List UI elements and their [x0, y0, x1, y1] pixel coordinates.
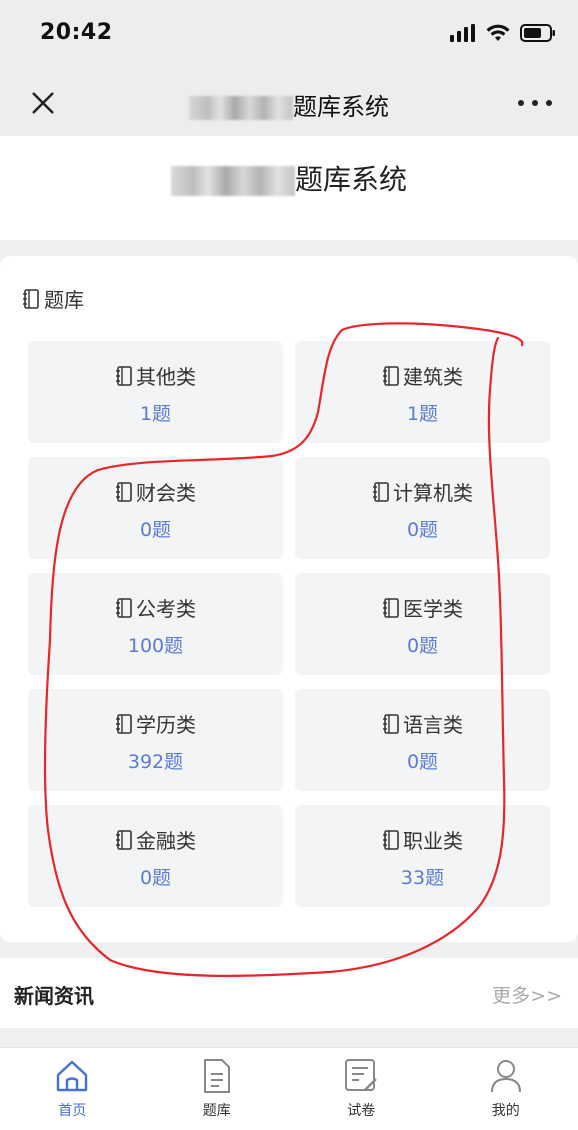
question-bank-card: 题库 其他类 1题 建筑类 1题 财会类 0题 计算机类 0题 公考类 100题…: [0, 256, 578, 942]
category-name: 公考类: [136, 597, 196, 621]
category-count: 33题: [400, 867, 445, 889]
category-name: 职业类: [403, 829, 463, 853]
notebook-icon: [383, 365, 399, 386]
tab-label: 首页: [58, 1103, 87, 1119]
category-count: 0题: [406, 519, 439, 541]
category-tile-civil-exam[interactable]: 公考类 100题: [28, 573, 283, 675]
page-title-text: 题库系统: [294, 163, 407, 196]
nav-title-text: 题库系统: [293, 93, 389, 121]
nav-bar: 题库系统: [0, 70, 578, 136]
category-count: 0题: [139, 519, 172, 541]
category-name-row: 语言类: [295, 709, 550, 738]
category-name-row: 医学类: [295, 593, 550, 622]
tab-profile[interactable]: 我的: [434, 1048, 578, 1130]
category-count: 1题: [139, 403, 172, 425]
page-title: 题库系统: [0, 158, 578, 198]
tab-label: 我的: [491, 1103, 520, 1119]
category-name-row: 其他类: [28, 361, 283, 390]
app-screen: 20:42 题库系统 题库系统 题库 其他类 1题 建筑类 1题 财会类 0题 …: [0, 0, 578, 1130]
tab-home[interactable]: 首页: [0, 1048, 145, 1130]
category-tile-vocational[interactable]: 职业类 33题: [295, 805, 550, 907]
page-header: 题库系统: [0, 136, 578, 240]
redacted-text: [170, 166, 295, 196]
category-name: 学历类: [136, 713, 196, 737]
category-name-row: 职业类: [295, 825, 550, 854]
category-tile-computer[interactable]: 计算机类 0题: [295, 457, 550, 559]
category-tile-other[interactable]: 其他类 1题: [28, 341, 283, 443]
status-bar: 20:42: [0, 0, 578, 70]
news-section-header: 新闻资讯 更多>>: [0, 958, 578, 1028]
category-name: 金融类: [136, 829, 196, 853]
category-count: 0题: [139, 867, 172, 889]
notebook-icon: [116, 365, 132, 386]
category-count: 100题: [127, 635, 184, 657]
notebook-icon: [373, 481, 389, 502]
document-icon: [203, 1059, 230, 1093]
category-name: 医学类: [403, 597, 463, 621]
status-time: 20:42: [40, 20, 113, 45]
tab-question-bank[interactable]: 题库: [145, 1048, 290, 1130]
section-title: 题库: [22, 284, 84, 313]
category-name: 建筑类: [403, 365, 463, 389]
tab-label: 试卷: [347, 1103, 376, 1119]
category-tile-academic[interactable]: 学历类 392题: [28, 689, 283, 791]
category-tile-accounting[interactable]: 财会类 0题: [28, 457, 283, 559]
category-name-row: 财会类: [28, 477, 283, 506]
notebook-icon: [383, 597, 399, 618]
notebook-icon: [116, 713, 132, 734]
category-name: 语言类: [403, 713, 463, 737]
tab-label: 题库: [202, 1103, 231, 1119]
section-title-text: 题库: [44, 288, 84, 312]
category-tile-finance[interactable]: 金融类 0题: [28, 805, 283, 907]
notebook-icon: [23, 288, 39, 309]
category-tile-language[interactable]: 语言类 0题: [295, 689, 550, 791]
category-name: 财会类: [136, 481, 196, 505]
status-icons: [450, 24, 556, 42]
notebook-icon: [383, 713, 399, 734]
notebook-icon: [116, 829, 132, 850]
battery-icon: [520, 24, 555, 42]
more-menu-icon[interactable]: [518, 92, 552, 114]
news-title: 新闻资讯: [14, 984, 94, 1008]
category-tile-construction[interactable]: 建筑类 1题: [295, 341, 550, 443]
category-count: 392题: [127, 751, 184, 773]
category-count: 0题: [406, 635, 439, 657]
category-name-row: 公考类: [28, 593, 283, 622]
category-name: 计算机类: [393, 481, 473, 505]
notebook-icon: [116, 597, 132, 618]
category-name-row: 金融类: [28, 825, 283, 854]
nav-title: 题库系统: [0, 87, 578, 122]
notebook-icon: [116, 481, 132, 502]
user-icon: [490, 1060, 521, 1093]
notebook-icon: [383, 829, 399, 850]
category-count: 1题: [406, 403, 439, 425]
category-name-row: 建筑类: [295, 361, 550, 390]
wifi-icon: [486, 24, 510, 41]
redacted-text: [189, 96, 293, 120]
category-name-row: 计算机类: [295, 477, 550, 506]
exam-edit-icon: [345, 1059, 378, 1091]
tab-exam-papers[interactable]: 试卷: [289, 1048, 434, 1130]
cellular-signal-icon: [450, 24, 475, 42]
home-icon: [57, 1060, 88, 1092]
bottom-tab-bar: 首页 题库 试卷 我的: [0, 1047, 578, 1130]
category-count: 0题: [406, 751, 439, 773]
news-more-link[interactable]: 更多>>: [492, 981, 562, 1008]
category-name: 其他类: [136, 365, 196, 389]
category-name-row: 学历类: [28, 709, 283, 738]
category-tile-medical[interactable]: 医学类 0题: [295, 573, 550, 675]
